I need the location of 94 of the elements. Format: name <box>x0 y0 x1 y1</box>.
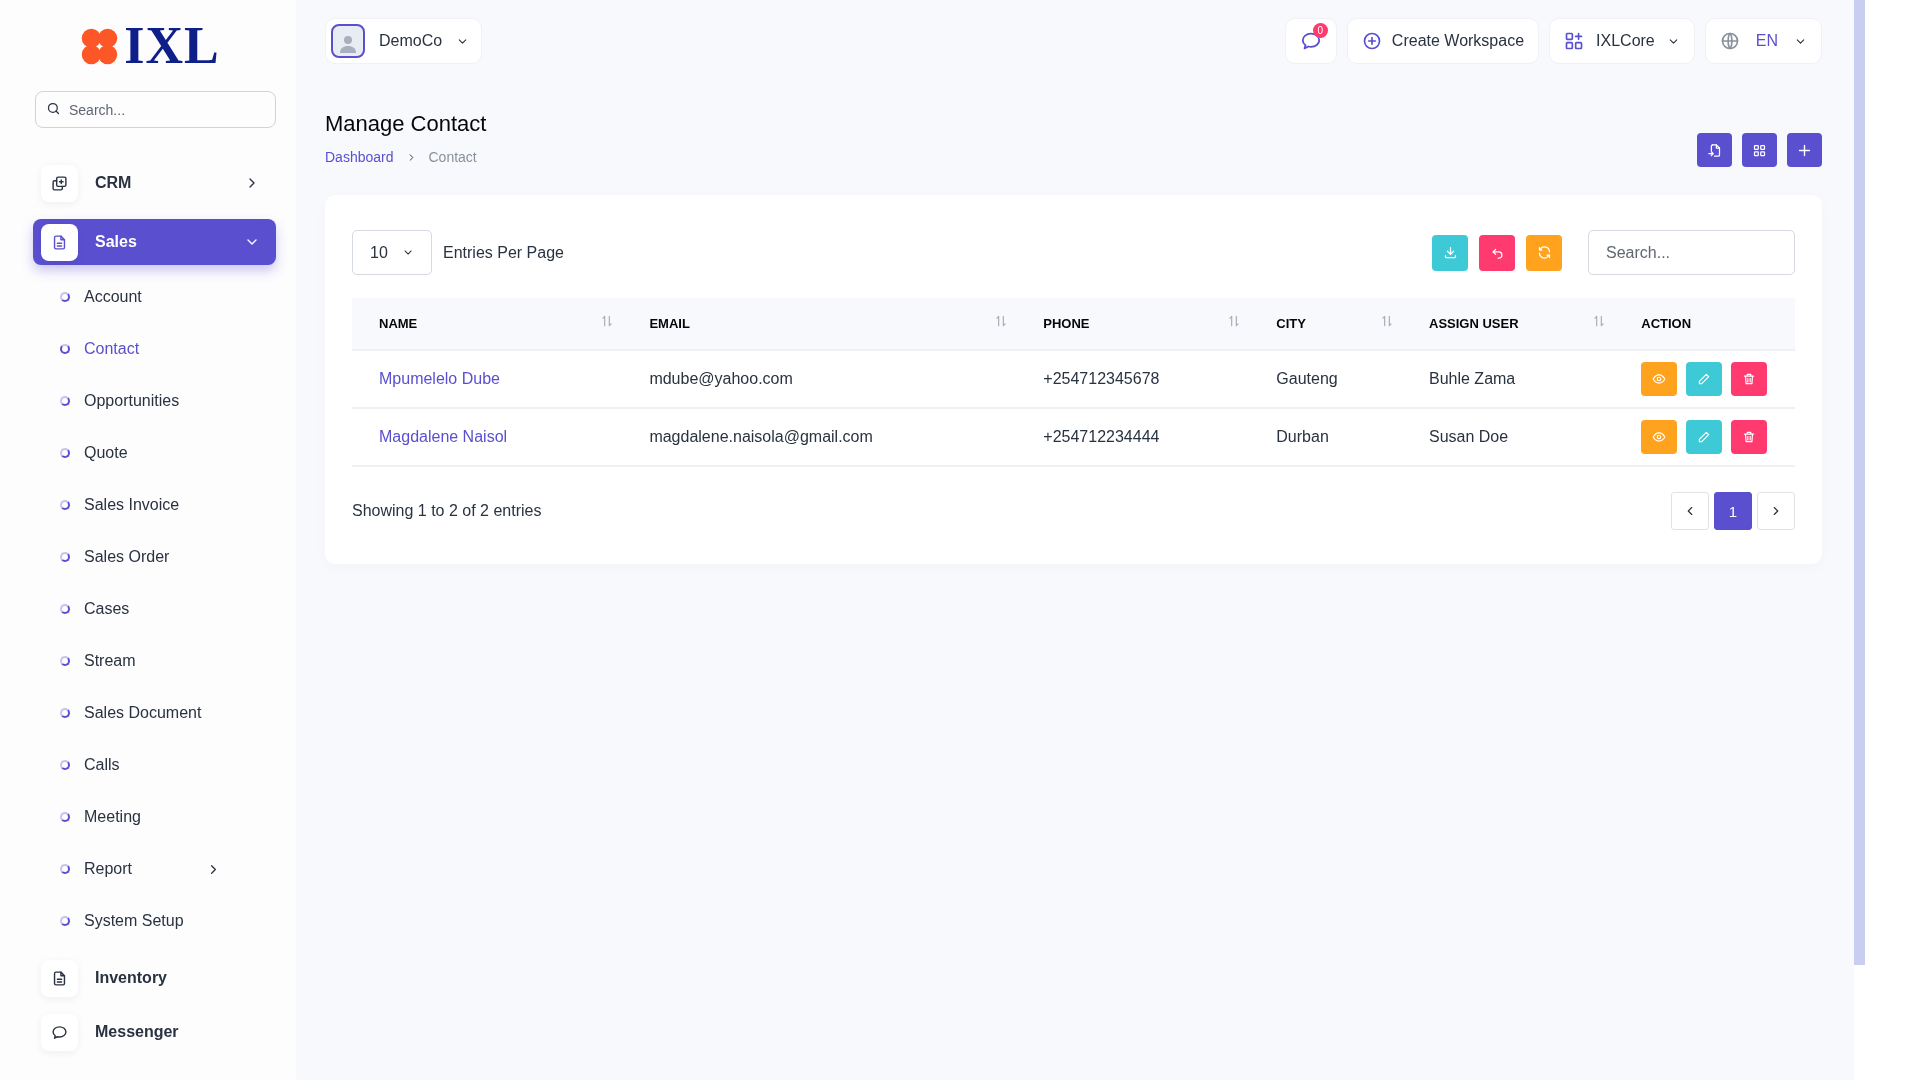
submenu-link[interactable]: Cases <box>84 600 221 618</box>
bullet-icon <box>60 292 70 302</box>
apps-icon <box>1564 31 1585 51</box>
sidebar-menu-item[interactable]: Inventory <box>33 955 276 1001</box>
trash-icon <box>1742 430 1757 444</box>
bullet-icon <box>60 396 70 406</box>
entries-summary: Showing 1 to 2 of 2 entries <box>352 502 542 520</box>
module-icon <box>51 174 68 192</box>
bullet-icon <box>60 812 70 822</box>
import-button[interactable] <box>1697 133 1732 167</box>
assigned-user-cell: Susan Doe <box>1429 428 1509 445</box>
submenu-link[interactable]: Calls <box>84 756 221 774</box>
delete-button[interactable] <box>1731 420 1768 454</box>
phone-cell: +254712345678 <box>1043 370 1160 387</box>
module-icon <box>51 969 68 987</box>
entries-select[interactable]: 10 <box>352 230 432 275</box>
column-header[interactable]: EMAIL <box>649 316 690 331</box>
grid-icon <box>1752 142 1767 158</box>
previous-page-button[interactable] <box>1671 492 1709 530</box>
submenu-link[interactable]: Sales Invoice <box>84 496 221 514</box>
bullet-icon <box>60 656 70 666</box>
create-workspace-button[interactable]: Create Workspace <box>1346 18 1540 64</box>
sidebar-menu-item[interactable]: CRM <box>33 160 276 206</box>
grid-view-button[interactable] <box>1742 133 1777 167</box>
undo-button[interactable] <box>1479 234 1515 271</box>
column-header[interactable]: CITY <box>1276 316 1306 331</box>
submenu-link[interactable]: Account <box>84 288 221 306</box>
breadcrumb-current: Contact <box>428 149 477 165</box>
module-icon <box>51 233 68 251</box>
column-header[interactable]: ASSIGN USER <box>1429 316 1519 331</box>
sidebar-menu-item[interactable]: Messenger <box>33 1009 276 1055</box>
add-button[interactable] <box>1787 133 1822 167</box>
edit-button[interactable] <box>1686 420 1723 454</box>
phone-cell: +254712234444 <box>1043 428 1160 445</box>
bullet-icon <box>60 864 70 874</box>
column-header[interactable]: PHONE <box>1043 316 1090 331</box>
email-cell: mdube@yahoo.com <box>649 370 793 387</box>
breadcrumb-link[interactable]: Dashboard <box>325 149 394 165</box>
page-title: Manage Contact <box>325 111 487 137</box>
plus-circle-icon <box>1361 31 1382 51</box>
logo-text: IXL <box>124 19 220 72</box>
refresh-icon <box>1536 245 1552 260</box>
file-import-icon <box>1707 142 1722 158</box>
bullet-icon <box>60 604 70 614</box>
next-page-button[interactable] <box>1757 492 1795 530</box>
refresh-button[interactable] <box>1526 234 1562 271</box>
submenu-link[interactable]: Sales Document <box>84 704 221 722</box>
column-header[interactable]: NAME <box>379 316 418 331</box>
bullet-icon <box>60 552 70 562</box>
workspace-dropdown[interactable]: DemoCo <box>325 18 483 64</box>
globe-icon <box>1719 31 1740 51</box>
bullet-icon <box>60 448 70 458</box>
view-button[interactable] <box>1641 420 1678 454</box>
submenu-link[interactable]: Opportunities <box>84 392 221 410</box>
bullet-icon <box>60 708 70 718</box>
city-cell: Gauteng <box>1276 370 1338 387</box>
submenu-link[interactable]: Report <box>84 860 192 878</box>
pencil-icon <box>1697 372 1712 386</box>
language-dropdown[interactable]: EN <box>1704 18 1822 64</box>
search-icon <box>46 101 61 116</box>
edit-button[interactable] <box>1686 362 1723 396</box>
download-icon <box>1442 245 1458 260</box>
pencil-icon <box>1697 430 1712 444</box>
submenu-link[interactable]: Sales Order <box>84 548 221 566</box>
eye-icon <box>1652 372 1667 386</box>
column-header: ACTION <box>1641 316 1692 331</box>
sidebar-menu-item[interactable]: Sales <box>33 219 276 265</box>
bullet-icon <box>60 760 70 770</box>
email-cell: magdalene.naisola@gmail.com <box>649 428 873 445</box>
scrollbar-thumb[interactable] <box>1854 0 1865 965</box>
bullet-icon <box>60 500 70 510</box>
assigned-user-cell: Buhle Zama <box>1429 370 1516 387</box>
sidebar-search-field[interactable]: Search... <box>35 91 276 128</box>
submenu-link[interactable]: Contact <box>84 340 221 358</box>
trash-icon <box>1742 372 1757 386</box>
export-button[interactable] <box>1432 234 1468 271</box>
table-search-field[interactable]: Search... <box>1588 230 1795 275</box>
page-button[interactable]: 1 <box>1714 492 1752 530</box>
submenu-link[interactable]: System Setup <box>84 912 221 930</box>
notification-badge: 0 <box>1312 23 1328 38</box>
eye-icon <box>1652 430 1667 444</box>
city-cell: Durban <box>1276 428 1329 445</box>
bullet-icon <box>60 344 70 354</box>
submenu-link[interactable]: Meeting <box>84 808 221 826</box>
view-button[interactable] <box>1641 362 1678 396</box>
entries-label: Entries Per Page <box>443 243 564 262</box>
delete-button[interactable] <box>1731 362 1768 396</box>
app-switcher-dropdown[interactable]: IXLCore <box>1549 18 1695 64</box>
module-icon <box>51 1023 68 1041</box>
submenu-link[interactable]: Stream <box>84 652 221 670</box>
submenu-link[interactable]: Quote <box>84 444 221 462</box>
contact-name-link[interactable]: Magdalene Naisol <box>379 428 508 445</box>
contact-name-link[interactable]: Mpumelelo Dube <box>379 370 500 387</box>
bullet-icon <box>60 916 70 926</box>
